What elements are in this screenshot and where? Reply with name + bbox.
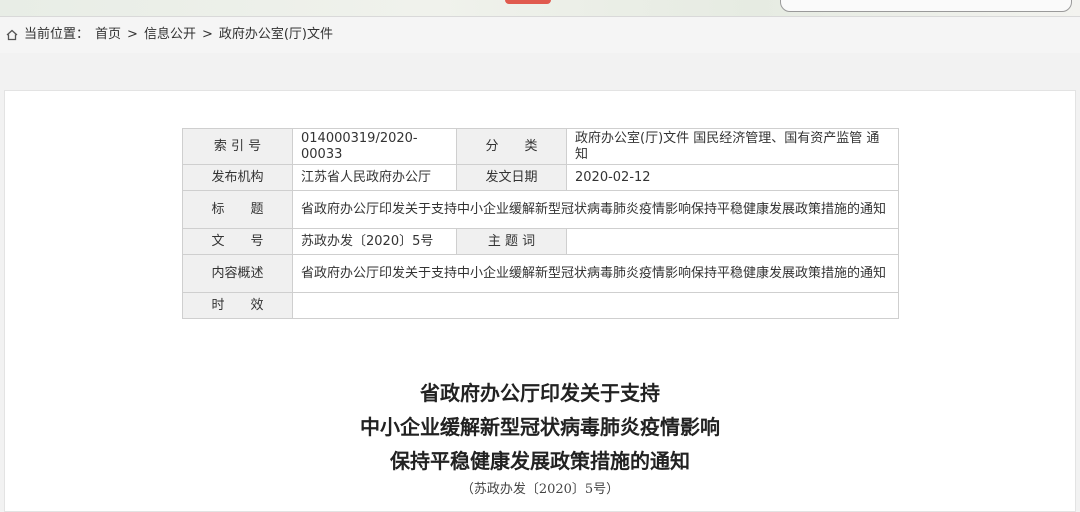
category-label: 分 类: [456, 128, 567, 165]
breadcrumb-link-info[interactable]: 信息公开: [144, 27, 196, 42]
breadcrumb-link-office-docs[interactable]: 政府办公室(厅)文件: [219, 27, 333, 42]
breadcrumb-label: 当前位置：: [24, 27, 90, 42]
table-row: 内容概述 省政府办公厅印发关于支持中小企业缓解新型冠状病毒肺炎疫情影响保持平稳健…: [182, 254, 899, 293]
table-row: 文 号 苏政办发〔2020〕5号 主 题 词: [182, 228, 899, 255]
summary-label: 内容概述: [182, 254, 293, 293]
breadcrumb-separator: >: [201, 27, 213, 42]
document-metadata-table: 索 引 号 014000319/2020-00033 分 类 政府办公室(厅)文…: [182, 128, 899, 319]
date-value: 2020-02-12: [566, 164, 899, 191]
breadcrumb-link-home[interactable]: 首页: [95, 27, 121, 42]
doc-number-label: 文 号: [182, 228, 293, 255]
validity-value: [292, 292, 899, 319]
doc-number-value: 苏政办发〔2020〕5号: [292, 228, 457, 255]
issuer-label: 发布机构: [182, 164, 293, 191]
site-header-banner: [0, 0, 1080, 17]
table-row: 发布机构 江苏省人民政府办公厅 发文日期 2020-02-12: [182, 164, 899, 191]
title-value: 省政府办公厅印发关于支持中小企业缓解新型冠状病毒肺炎疫情影响保持平稳健康发展政策…: [292, 190, 899, 229]
document-title-line: 省政府办公厅印发关于支持: [420, 381, 660, 405]
index-value: 014000319/2020-00033: [292, 128, 457, 165]
title-label: 标 题: [182, 190, 293, 229]
document-title: 省政府办公厅印发关于支持 中小企业缓解新型冠状病毒肺炎疫情影响 保持平稳健康发展…: [0, 376, 1080, 478]
issuer-value: 江苏省人民政府办公厅: [292, 164, 457, 191]
document-number: （苏政办发〔2020〕5号）: [460, 482, 620, 497]
header-search-box[interactable]: [780, 0, 1072, 12]
document-title-line: 保持平稳健康发展政策措施的通知: [390, 449, 690, 473]
table-row: 时 效: [182, 292, 899, 319]
category-value: 政府办公室(厅)文件 国民经济管理、国有资产监管 通知: [566, 128, 899, 165]
summary-value: 省政府办公厅印发关于支持中小企业缓解新型冠状病毒肺炎疫情影响保持平稳健康发展政策…: [292, 254, 899, 293]
keywords-label: 主 题 词: [456, 228, 567, 255]
keywords-value: [566, 228, 899, 255]
validity-label: 时 效: [182, 292, 293, 319]
document-title-line: 中小企业缓解新型冠状病毒肺炎疫情影响: [360, 415, 720, 439]
home-icon: [6, 29, 18, 41]
header-decoration: [505, 0, 551, 4]
table-row: 标 题 省政府办公厅印发关于支持中小企业缓解新型冠状病毒肺炎疫情影响保持平稳健康…: [182, 190, 899, 229]
date-label: 发文日期: [456, 164, 567, 191]
breadcrumb-separator: >: [127, 27, 138, 42]
index-label: 索 引 号: [182, 128, 293, 165]
breadcrumb: 当前位置： 首页 > 信息公开 > 政府办公室(厅)文件: [0, 17, 1080, 53]
table-row: 索 引 号 014000319/2020-00033 分 类 政府办公室(厅)文…: [182, 128, 899, 165]
